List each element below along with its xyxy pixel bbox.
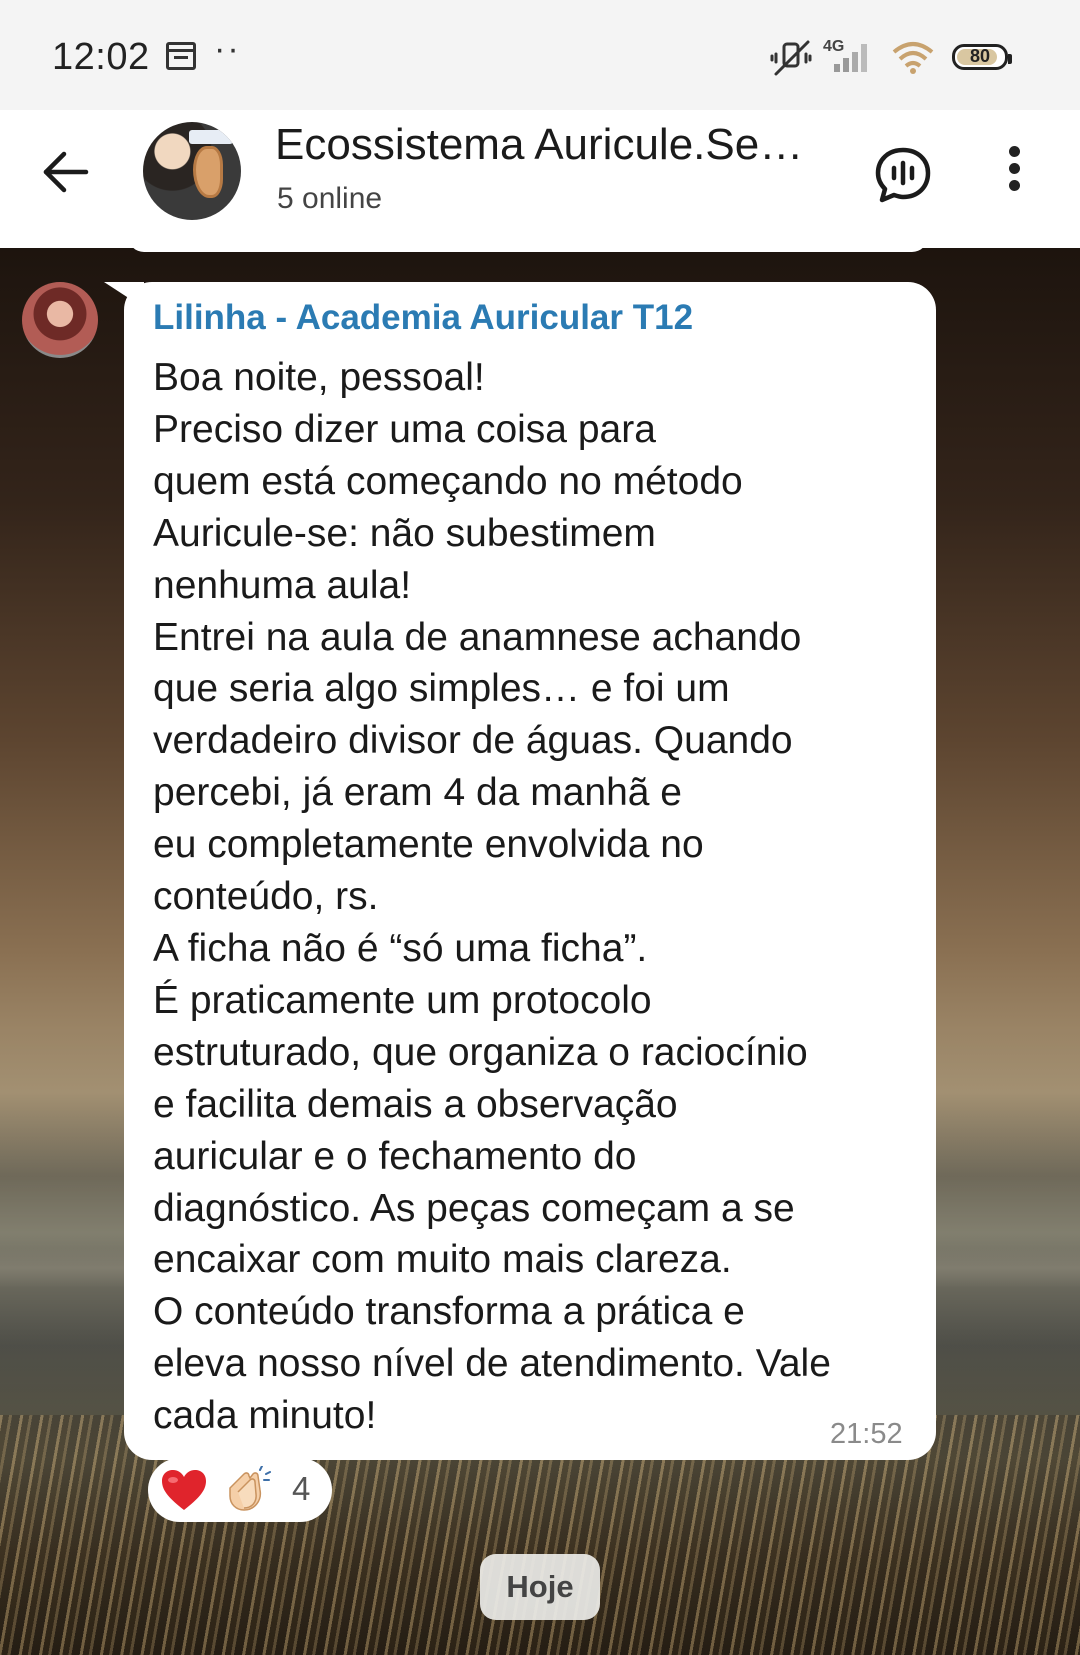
message-line: percebi, já eram 4 da manhã e: [153, 771, 682, 815]
more-vertical-icon[interactable]: [1002, 146, 1026, 206]
message-line: eu completamente envolvida no: [153, 823, 704, 867]
message-timestamp: 21:52: [830, 1418, 903, 1450]
message-line: encaixar com muito mais clareza.: [153, 1238, 732, 1282]
date-separator: Hoje: [480, 1554, 600, 1620]
sender-avatar[interactable]: [22, 282, 98, 358]
message-line: É praticamente um protocolo: [153, 978, 652, 1022]
status-time: 12:02: [52, 36, 150, 78]
message-line: Entrei na aula de anamnese achando: [153, 615, 802, 659]
message-line: conteúdo, rs.: [153, 875, 379, 919]
online-count: 5 online: [277, 182, 383, 215]
message-line: verdadeiro divisor de águas. Quando: [153, 719, 793, 763]
reaction-count: 4: [292, 1470, 311, 1507]
message-line: Preciso dizer uma coisa para: [153, 407, 656, 451]
back-arrow-icon[interactable]: [40, 146, 92, 198]
message-line: que seria algo simples… e foi um: [153, 667, 730, 711]
message-line: auricular e o fechamento do: [153, 1134, 637, 1178]
calendar-icon: [166, 42, 196, 70]
clapping-hands-icon[interactable]: [222, 1466, 272, 1514]
signal-icon: [834, 44, 867, 72]
wifi-icon: [892, 42, 934, 74]
message-line: A ficha não é “só uma ficha”.: [153, 926, 648, 970]
message-text: Boa noite, pessoal! Preciso dizer uma co…: [153, 352, 923, 1442]
heart-icon[interactable]: [160, 1468, 208, 1512]
message-line: estruturado, que organiza o raciocínio: [153, 1030, 808, 1074]
message-line: O conteúdo transforma a prática e: [153, 1290, 745, 1334]
previous-message-bubble[interactable]: [128, 236, 928, 252]
reactions-pill[interactable]: 4: [148, 1458, 332, 1522]
group-avatar[interactable]: [143, 122, 241, 220]
chat-title[interactable]: Ecossistema Auricule.Se…: [275, 120, 835, 170]
sender-name[interactable]: Lilinha - Academia Auricular T12: [153, 298, 693, 338]
message-line: quem está começando no método: [153, 459, 743, 503]
voice-chat-icon[interactable]: [872, 144, 934, 206]
message-line: nenhuma aula!: [153, 563, 412, 607]
mute-icon: [770, 40, 812, 76]
message-line: e facilita demais a observação: [153, 1082, 678, 1126]
message-line: Boa noite, pessoal!: [153, 356, 485, 399]
message-line: eleva nosso nível de atendimento. Vale: [153, 1342, 831, 1386]
status-bar: 12:02 ·· 4G 80: [0, 0, 1080, 110]
chat-header: Ecossistema Auricule.Se… 5 online: [0, 110, 1080, 248]
battery-icon: 80: [952, 44, 1012, 70]
battery-level: 80: [969, 46, 991, 66]
message-line: Auricule-se: não subestimem: [153, 511, 656, 555]
message-line: diagnóstico. As peças começam a se: [153, 1186, 795, 1230]
message-line: cada minuto!: [153, 1394, 377, 1438]
more-dots-icon: ··: [214, 30, 241, 68]
